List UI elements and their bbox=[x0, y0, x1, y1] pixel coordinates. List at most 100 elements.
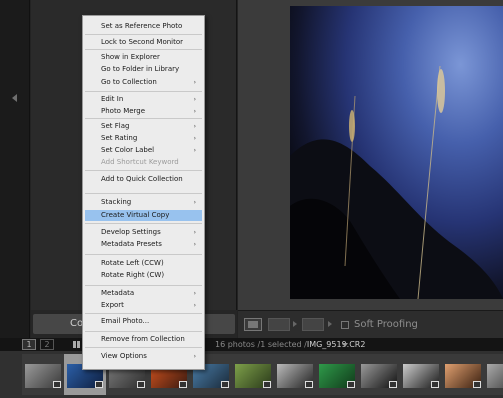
menu-item-label: Go to Folder in Library bbox=[101, 65, 180, 73]
edited-badge-icon bbox=[263, 381, 271, 388]
edited-badge-icon bbox=[389, 381, 397, 388]
menu-separator bbox=[85, 313, 202, 314]
menu-item-label: Add to Quick Collection bbox=[101, 175, 183, 183]
menu-item-lock-to-second-monitor[interactable]: Lock to Second Monitor bbox=[85, 37, 202, 48]
menu-item-go-to-collection[interactable]: Go to Collection › bbox=[85, 77, 202, 88]
menu-item-set-rating[interactable]: Set Rating › bbox=[85, 133, 202, 144]
edited-badge-icon bbox=[95, 381, 103, 388]
loupe-view-icon[interactable] bbox=[244, 318, 262, 331]
menu-item-label: Add Shortcut Keyword bbox=[101, 158, 179, 166]
menu-item-label: Export bbox=[101, 301, 124, 309]
menu-item-label: Set Rating bbox=[101, 134, 138, 142]
submenu-arrow-icon: › bbox=[193, 79, 196, 86]
menu-item-label: Create Virtual Copy bbox=[101, 211, 170, 219]
menu-item-view-options[interactable]: View Options › bbox=[85, 351, 202, 362]
menu-item-metadata-presets[interactable]: Metadata Presets › bbox=[85, 239, 202, 250]
menu-item-photo-merge[interactable]: Photo Merge › bbox=[85, 106, 202, 117]
photo-count-text: 16 photos /1 selected / bbox=[215, 340, 307, 349]
grid-view-icon[interactable] bbox=[73, 341, 80, 348]
main-photo[interactable] bbox=[290, 6, 503, 299]
primary-monitor-button[interactable]: 1 bbox=[22, 339, 36, 350]
menu-item-label: Edit In bbox=[101, 95, 124, 103]
menu-separator bbox=[85, 223, 202, 224]
lightroom-window: Co Soft Proofing 1 2 16 photos /1 select… bbox=[0, 0, 503, 398]
filmstrip-thumbnail[interactable] bbox=[400, 354, 442, 395]
filmstrip-thumbnail[interactable] bbox=[232, 354, 274, 395]
edited-badge-icon bbox=[53, 381, 61, 388]
menu-item-label: Set as Reference Photo bbox=[101, 22, 183, 30]
submenu-arrow-icon: › bbox=[193, 96, 196, 103]
menu-item-label: Set Flag bbox=[101, 122, 130, 130]
menu-item-label: Stacking bbox=[101, 198, 132, 206]
menu-item-set-color-label[interactable]: Set Color Label › bbox=[85, 145, 202, 156]
secondary-monitor-button[interactable]: 2 bbox=[40, 339, 54, 350]
edited-badge-icon bbox=[305, 381, 313, 388]
edited-badge-icon bbox=[431, 381, 439, 388]
menu-separator bbox=[85, 347, 202, 348]
menu-item-add-shortcut-keyword: Add Shortcut Keyword bbox=[85, 157, 202, 168]
submenu-arrow-icon: › bbox=[193, 199, 196, 206]
menu-item-label: Set Color Label bbox=[101, 146, 155, 154]
submenu-arrow-icon: › bbox=[193, 302, 196, 309]
menu-item-develop-settings[interactable]: Develop Settings › bbox=[85, 227, 202, 238]
submenu-arrow-icon: › bbox=[193, 229, 196, 236]
menu-item-label: Metadata Presets bbox=[101, 240, 162, 248]
menu-item-label: Lock to Second Monitor bbox=[101, 38, 184, 46]
menu-item-email-photo[interactable]: Email Photo... bbox=[85, 316, 202, 327]
menu-separator bbox=[85, 91, 202, 92]
menu-item-remove-from-collection[interactable]: Remove from Collection bbox=[85, 334, 202, 345]
menu-item-rotate-left-ccw[interactable]: Rotate Left (CCW) bbox=[85, 258, 202, 269]
soft-proofing-label: Soft Proofing bbox=[354, 319, 418, 330]
menu-separator bbox=[85, 285, 202, 286]
menu-item-label: Rotate Right (CW) bbox=[101, 271, 165, 279]
before-after-dropdown-icon[interactable] bbox=[328, 321, 332, 327]
menu-item-label: Show in Explorer bbox=[101, 53, 160, 61]
edited-badge-icon bbox=[137, 381, 145, 388]
thumbnail-image bbox=[487, 364, 503, 388]
menu-item-create-virtual-copy[interactable]: Create Virtual Copy bbox=[85, 210, 202, 221]
menu-separator bbox=[85, 254, 202, 255]
menu-item-go-to-folder-in-library[interactable]: Go to Folder in Library bbox=[85, 64, 202, 75]
filmstrip-thumbnail[interactable] bbox=[358, 354, 400, 395]
filmstrip-thumbnail[interactable] bbox=[274, 354, 316, 395]
filmstrip-header: 1 2 16 photos /1 selected /IMG_9519.CR2 bbox=[0, 338, 503, 351]
filmstrip bbox=[0, 351, 503, 398]
menu-item-stacking[interactable]: Stacking › bbox=[85, 197, 202, 208]
submenu-arrow-icon: › bbox=[193, 353, 196, 360]
filmstrip-thumbnail[interactable] bbox=[484, 354, 503, 395]
menu-item-set-flag[interactable]: Set Flag › bbox=[85, 121, 202, 132]
filmstrip-thumbnail[interactable] bbox=[442, 354, 484, 395]
compare-view-icon[interactable] bbox=[268, 318, 290, 331]
edited-badge-icon bbox=[179, 381, 187, 388]
source-dropdown-icon[interactable] bbox=[342, 343, 348, 347]
menu-item-rotate-right-cw[interactable]: Rotate Right (CW) bbox=[85, 270, 202, 281]
submenu-arrow-icon: › bbox=[193, 123, 196, 130]
menu-item-export[interactable]: Export › bbox=[85, 300, 202, 311]
menu-item-add-to-quick-collection[interactable]: Add to Quick Collection bbox=[85, 174, 202, 185]
compare-dropdown-icon[interactable] bbox=[293, 321, 297, 327]
menu-separator bbox=[85, 331, 202, 332]
filmstrip-thumbnail[interactable] bbox=[22, 354, 64, 395]
submenu-arrow-icon: › bbox=[193, 135, 196, 142]
menu-separator bbox=[85, 170, 202, 171]
menu-separator bbox=[85, 49, 202, 50]
menu-separator bbox=[85, 193, 202, 194]
menu-item-label: View Options bbox=[101, 352, 147, 360]
edited-badge-icon bbox=[473, 381, 481, 388]
submenu-arrow-icon: › bbox=[193, 108, 196, 115]
before-after-icon[interactable] bbox=[302, 318, 324, 331]
menu-item-edit-in[interactable]: Edit In › bbox=[85, 94, 202, 105]
filmstrip-thumbnail[interactable] bbox=[316, 354, 358, 395]
submenu-arrow-icon: › bbox=[193, 241, 196, 248]
menu-item-label: Remove from Collection bbox=[101, 335, 185, 343]
menu-item-set-as-reference-photo[interactable]: Set as Reference Photo bbox=[85, 21, 202, 32]
menu-item-label: Develop Settings bbox=[101, 228, 161, 236]
edited-badge-icon bbox=[221, 381, 229, 388]
soft-proofing-checkbox[interactable] bbox=[341, 321, 349, 329]
menu-item-metadata[interactable]: Metadata › bbox=[85, 288, 202, 299]
menu-separator bbox=[85, 118, 202, 119]
expand-left-panel-icon[interactable] bbox=[12, 94, 17, 102]
selected-filename: IMG_9519.CR2 bbox=[306, 340, 366, 349]
menu-item-show-in-explorer[interactable]: Show in Explorer bbox=[85, 52, 202, 63]
submenu-arrow-icon: › bbox=[193, 147, 196, 154]
